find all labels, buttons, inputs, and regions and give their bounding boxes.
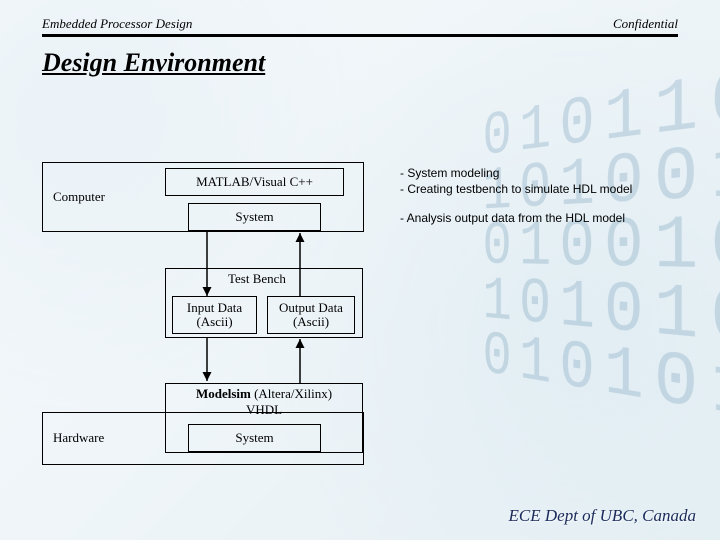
system-note: - Analysis output data from the HDL mode… xyxy=(400,211,625,225)
testbench-label: Test Bench xyxy=(228,271,286,287)
footer: ECE Dept of UBC, Canada xyxy=(509,506,696,526)
matlab-label: MATLAB/Visual C++ xyxy=(196,175,313,189)
matlab-note-line2: - Creating testbench to simulate HDL mod… xyxy=(400,182,632,198)
matlab-note-line1: - System modeling xyxy=(400,166,632,182)
header-left: Embedded Processor Design xyxy=(42,16,192,32)
input-data-l2: (Ascii) xyxy=(196,315,232,329)
page-title: Design Environment xyxy=(42,48,265,78)
output-data-l2: (Ascii) xyxy=(293,315,329,329)
system-annotation: - Analysis output data from the HDL mode… xyxy=(400,211,625,227)
computer-group-label: Computer xyxy=(53,190,105,204)
system-bottom-label: System xyxy=(235,431,273,445)
output-data-box: Output Data (Ascii) xyxy=(267,296,355,334)
system-top-box: System xyxy=(188,203,321,231)
hardware-group-label: Hardware xyxy=(53,431,104,445)
header-bar: Embedded Processor Design Confidential xyxy=(42,16,678,37)
input-data-box: Input Data (Ascii) xyxy=(172,296,257,334)
modelsim-l1-strong: Modelsim xyxy=(196,386,251,401)
output-data-l1: Output Data xyxy=(279,301,343,315)
matlab-box: MATLAB/Visual C++ xyxy=(165,168,344,196)
diagram-canvas: Computer MATLAB/Visual C++ System - Syst… xyxy=(0,0,720,540)
input-data-l1: Input Data xyxy=(187,301,242,315)
modelsim-l1-rest: (Altera/Xilinx) xyxy=(254,386,332,401)
system-bottom-box: System xyxy=(188,424,321,452)
system-top-label: System xyxy=(235,210,273,224)
header-right: Confidential xyxy=(613,16,678,32)
matlab-annotation: - System modeling - Creating testbench t… xyxy=(400,166,632,197)
